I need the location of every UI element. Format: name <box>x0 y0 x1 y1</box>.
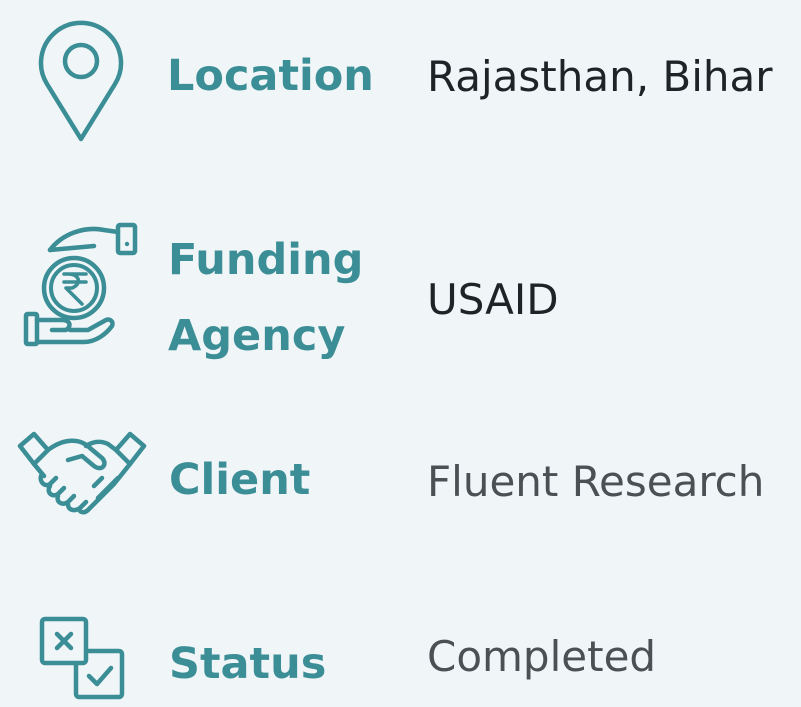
map-pin-icon <box>38 14 124 142</box>
location-value: Rajasthan, Bihar <box>427 52 773 101</box>
status-label: Status <box>169 639 327 689</box>
project-details-panel: Location Rajasthan, Bihar Funding Agency… <box>0 0 801 707</box>
client-value: Fluent Research <box>427 457 765 506</box>
funding-agency-value: USAID <box>427 275 559 324</box>
handshake-icon <box>17 428 147 518</box>
funding-agency-label-line1: Funding <box>168 235 364 285</box>
status-value: Completed <box>427 632 657 681</box>
rupee-hands-icon <box>22 222 140 348</box>
client-label: Client <box>169 455 311 505</box>
funding-agency-label-line2: Agency <box>168 311 346 361</box>
checkbox-status-icon <box>39 616 125 700</box>
location-label: Location <box>167 51 374 101</box>
